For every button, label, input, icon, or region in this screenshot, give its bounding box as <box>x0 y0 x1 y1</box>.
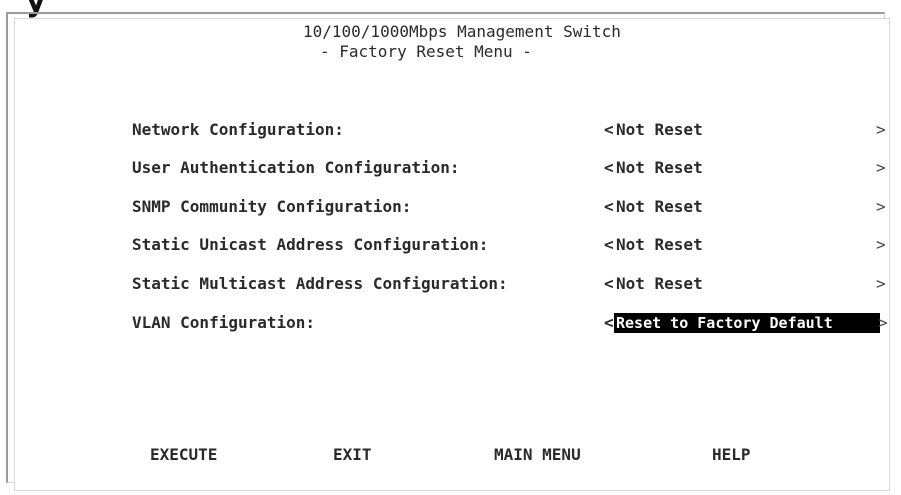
value-user-auth[interactable]: Not Reset <box>616 158 703 177</box>
execute-button[interactable]: EXECUTE <box>150 445 217 464</box>
value-static-unicast[interactable]: Not Reset <box>616 235 703 254</box>
value-snmp[interactable]: Not Reset <box>616 197 703 216</box>
value-open-bracket: < <box>604 158 614 177</box>
value-close-bracket: > <box>876 197 886 216</box>
row-label-vlan: VLAN Configuration: <box>132 313 316 332</box>
value-open-bracket: < <box>604 313 614 332</box>
row-label-snmp: SNMP Community Configuration: <box>132 197 412 216</box>
main-menu-button[interactable]: MAIN MENU <box>494 445 581 464</box>
help-button[interactable]: HELP <box>712 445 751 464</box>
value-vlan-selected[interactable]: Reset to Factory Default <box>614 313 880 333</box>
value-close-bracket: > <box>876 274 886 293</box>
row-label-network: Network Configuration: <box>132 120 344 139</box>
page-title: 10/100/1000Mbps Management Switch <box>303 22 621 41</box>
value-close-bracket: > <box>876 120 886 139</box>
page-subtitle: - Factory Reset Menu - <box>320 42 532 61</box>
value-open-bracket: < <box>604 120 614 139</box>
value-open-bracket: < <box>604 235 614 254</box>
value-close-bracket: > <box>876 158 886 177</box>
terminal-screen <box>14 18 890 491</box>
value-open-bracket: < <box>604 274 614 293</box>
exit-button[interactable]: EXIT <box>333 445 372 464</box>
value-open-bracket: < <box>604 197 614 216</box>
value-static-multicast[interactable]: Not Reset <box>616 274 703 293</box>
row-label-static-multicast: Static Multicast Address Configuration: <box>132 274 508 293</box>
value-close-bracket: > <box>878 313 888 332</box>
value-close-bracket: > <box>876 235 886 254</box>
row-label-user-auth: User Authentication Configuration: <box>132 158 460 177</box>
value-network[interactable]: Not Reset <box>616 120 703 139</box>
row-label-static-unicast: Static Unicast Address Configuration: <box>132 235 489 254</box>
